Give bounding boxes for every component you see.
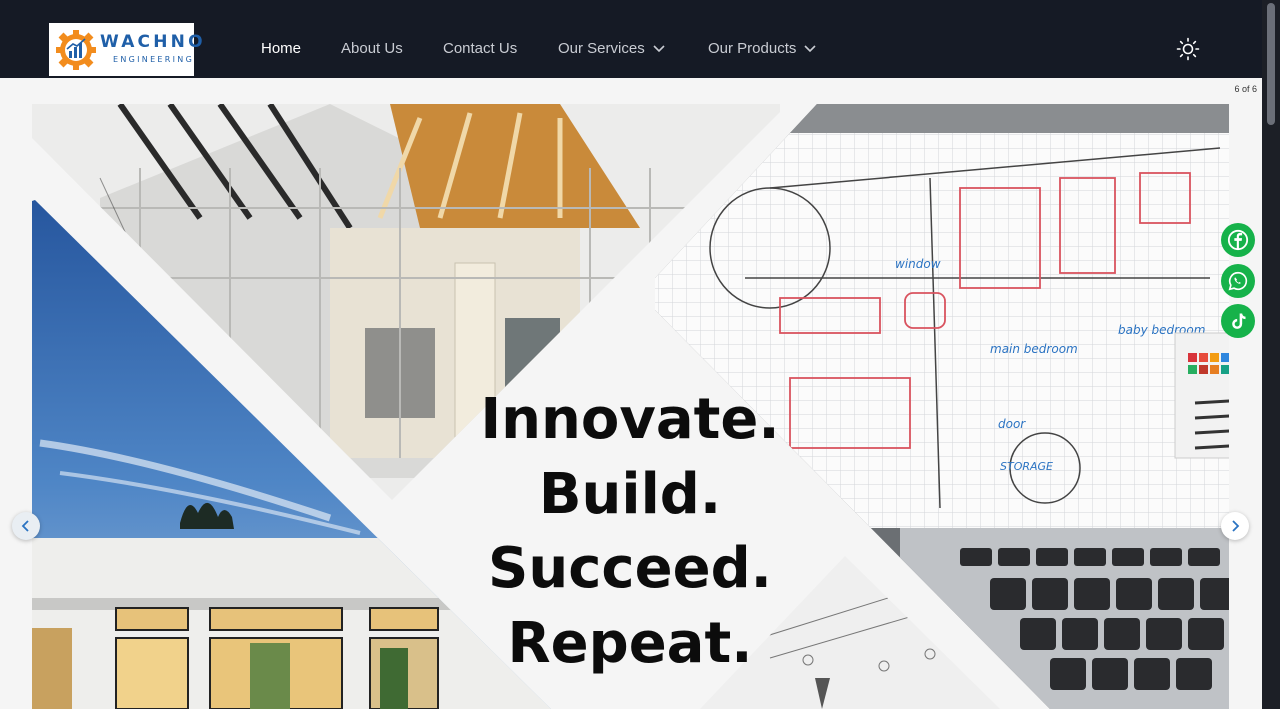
scrollbar-thumb[interactable] (1267, 3, 1275, 125)
chevron-right-icon (1232, 520, 1240, 532)
nav-about-us-label: About Us (341, 40, 403, 57)
sun-icon[interactable] (1176, 37, 1200, 61)
hero-carousel: window main bedroom baby bedroom door ST… (0, 78, 1262, 709)
slogan-line-2: Build. (538, 461, 722, 527)
sketch-label-storage: STORAGE (1000, 460, 1053, 473)
brand-name: WACHNO (100, 32, 206, 52)
nav-our-services-label: Our Services (558, 40, 645, 57)
sketch-label-window: window (895, 257, 941, 271)
whatsapp-icon (1228, 271, 1248, 291)
tiktok-button[interactable] (1221, 304, 1255, 338)
nav-home[interactable]: Home (261, 40, 301, 57)
gear-logo-icon (56, 30, 96, 70)
site-header: WACHNO ENGINEERING Home About Us Contact… (0, 0, 1262, 78)
tiktok-icon (1232, 313, 1246, 329)
whatsapp-button[interactable] (1221, 264, 1255, 298)
chevron-down-icon (804, 44, 816, 52)
brand-tagline: ENGINEERING (113, 55, 195, 64)
chevron-left-icon (21, 520, 29, 532)
page-scrollbar[interactable] (1262, 0, 1280, 709)
carousel-next-button[interactable] (1221, 512, 1249, 540)
chevron-down-icon (653, 44, 665, 52)
slogan-line-3: Succeed. (488, 536, 772, 601)
nav-our-products-label: Our Products (708, 40, 797, 57)
slogan-line-4: Repeat. (507, 610, 753, 676)
nav-about-us[interactable]: About Us (341, 40, 403, 57)
nav-contact-us-label: Contact Us (443, 40, 518, 57)
sketch-label-main-bedroom: main bedroom (990, 342, 1078, 356)
facebook-button[interactable] (1221, 223, 1255, 257)
nav-contact-us[interactable]: Contact Us (443, 40, 517, 57)
nav-our-products[interactable]: Our Products (708, 40, 816, 57)
hero-slogan: Innovate. Build. Succeed. Repeat. (460, 383, 800, 681)
slide-counter: 6 of 6 (1234, 84, 1257, 94)
nav-our-services[interactable]: Our Services (558, 40, 665, 57)
facebook-icon (1227, 229, 1249, 251)
slogan-line-1: Innovate. (480, 387, 780, 452)
sketch-label-door: door (998, 417, 1026, 431)
carousel-prev-button[interactable] (12, 512, 40, 540)
brand-logo[interactable]: WACHNO ENGINEERING (49, 23, 203, 76)
nav-home-label: Home (261, 40, 302, 57)
